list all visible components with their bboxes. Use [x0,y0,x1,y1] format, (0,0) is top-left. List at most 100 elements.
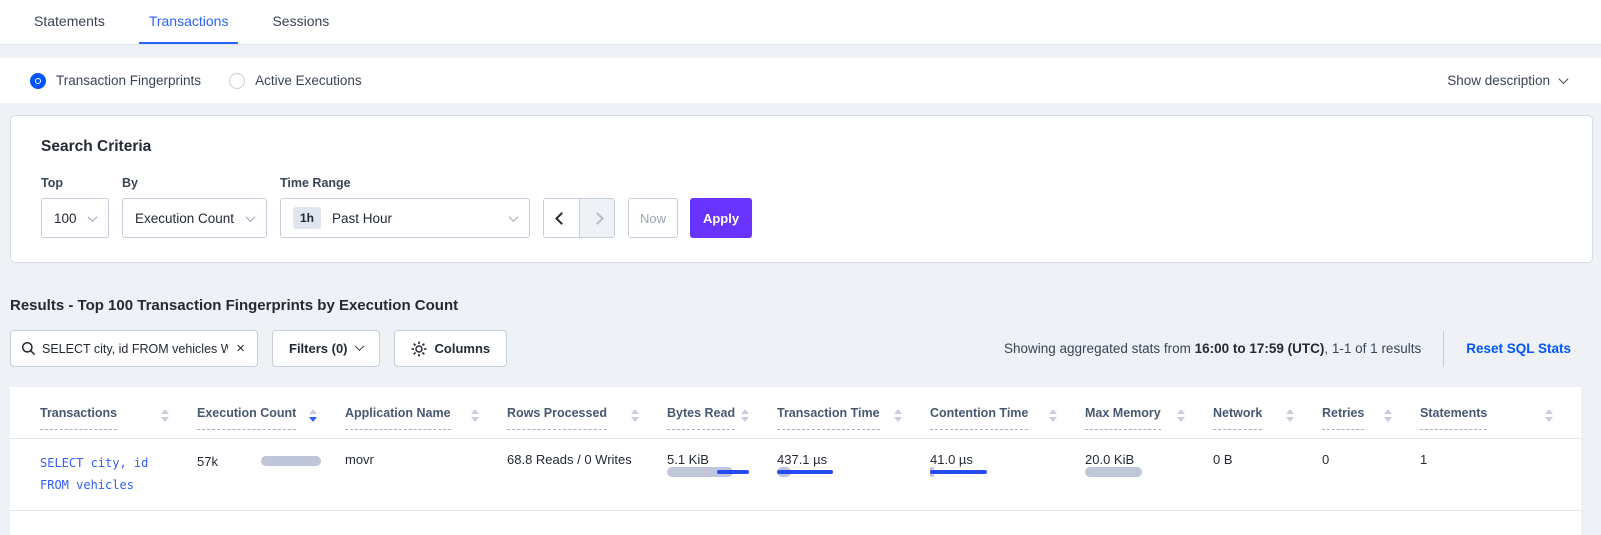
results-section: Results - Top 100 Transaction Fingerprin… [10,297,1591,314]
column-header-network[interactable]: Network [1213,406,1322,430]
radio-checked-icon [30,73,46,89]
by-select[interactable]: Execution Count [122,198,267,238]
cell-application-name: movr [345,452,507,496]
max-memory-value: 20.0 KiB [1085,452,1189,467]
results-heading: Results - Top 100 Transaction Fingerprin… [10,297,1591,314]
execution-count-bar [261,456,321,466]
cell-statements: 1 [1420,452,1581,496]
radio-transaction-fingerprints[interactable]: Transaction Fingerprints [30,73,201,89]
top-select-value: 100 [54,211,77,226]
column-header-bytes-read[interactable]: Bytes Read [667,406,777,430]
chevron-down-icon [246,212,256,222]
show-description-label: Show description [1447,73,1550,88]
time-next-button[interactable] [579,199,614,237]
sort-icon[interactable] [471,409,479,422]
radio-unchecked-icon [229,73,245,89]
search-icon [21,341,36,356]
reset-sql-stats-link[interactable]: Reset SQL Stats [1466,341,1571,356]
column-header-retries[interactable]: Retries [1322,406,1420,430]
contention-time-value: 41.0 µs [930,452,1061,467]
radio-label: Active Executions [255,73,362,88]
search-input[interactable] [42,342,228,356]
by-label: By [122,176,267,190]
tab-sessions[interactable]: Sessions [262,13,339,44]
sort-icon[interactable] [1049,409,1057,422]
column-header-rows-processed[interactable]: Rows Processed [507,406,667,430]
time-prev-button[interactable] [544,199,579,237]
sort-icon[interactable] [1286,409,1294,422]
sort-icon[interactable] [894,409,902,422]
filters-label: Filters (0) [289,341,348,356]
tab-statements[interactable]: Statements [24,13,115,44]
transaction-fingerprint-link[interactable]: SELECT city, idFROM vehicles [40,452,173,496]
sort-icon[interactable] [1545,409,1553,422]
stats-time-range: 16:00 to 17:59 (UTC) [1195,341,1325,356]
column-header-max-memory[interactable]: Max Memory [1085,406,1213,430]
transactions-table: Transactions Execution Count Application… [10,387,1581,535]
cell-contention-time: 41.0 µs [930,452,1085,496]
radio-active-executions[interactable]: Active Executions [229,73,362,89]
time-range-badge: 1h [293,207,321,229]
table-row: SELECT city, idFROM vehicles 57k movr 68… [10,438,1581,511]
time-range-value: Past Hour [332,211,392,226]
cell-rows-processed: 68.8 Reads / 0 Writes [507,452,667,496]
time-range-field: Time Range 1h Past Hour [280,176,530,238]
radio-label: Transaction Fingerprints [56,73,201,88]
cell-execution-count: 57k [197,452,345,470]
clear-search-icon[interactable]: × [234,340,247,357]
sort-icon[interactable] [631,409,639,422]
chevron-down-icon [1559,74,1569,84]
transactions-page: Statements Transactions Sessions Transac… [0,0,1601,528]
search-criteria-controls: Top 100 By Execution Count Time Range 1h… [41,176,1562,238]
aggregated-stats-text: Showing aggregated stats from 16:00 to 1… [1004,341,1421,356]
cell-retries: 0 [1322,452,1420,496]
cell-bytes-read: 5.1 KiB [667,452,777,496]
column-header-contention-time[interactable]: Contention Time [930,406,1085,430]
table-header-row: Transactions Execution Count Application… [10,387,1581,430]
tab-bar: Statements Transactions Sessions [0,0,1601,45]
sort-icon[interactable] [1384,409,1392,422]
sort-icon[interactable] [161,409,169,422]
column-header-transactions[interactable]: Transactions [40,406,197,430]
columns-button[interactable]: Columns [394,330,508,367]
now-button[interactable]: Now [628,198,678,238]
column-header-execution-count[interactable]: Execution Count [197,406,345,430]
search-criteria-title: Search Criteria [41,138,1562,156]
vertical-divider [1443,331,1444,367]
by-field: By Execution Count [122,176,267,238]
search-criteria-panel: Search Criteria Top 100 By Execution Cou… [10,115,1593,263]
results-controls: × Filters (0) Columns Showing aggregated… [10,330,1591,367]
cell-max-memory: 20.0 KiB [1085,452,1213,496]
view-toggle-bar: Transaction Fingerprints Active Executio… [0,58,1601,103]
time-range-select[interactable]: 1h Past Hour [280,198,530,238]
cell-transaction-time: 437.1 µs [777,452,930,496]
bytes-read-value: 5.1 KiB [667,452,753,467]
execution-count-value: 57k [197,454,218,469]
chevron-right-icon [591,212,604,225]
time-range-pager [543,198,615,238]
tab-transactions[interactable]: Transactions [139,13,239,44]
sort-icon[interactable] [1177,409,1185,422]
chevron-down-icon [354,341,364,351]
gear-icon [411,341,427,357]
sort-desc-icon[interactable] [309,409,317,422]
time-range-label: Time Range [280,176,530,190]
sql-search-box: × [10,330,258,367]
apply-button[interactable]: Apply [690,198,752,238]
cell-transactions: SELECT city, idFROM vehicles [40,452,197,496]
column-header-application-name[interactable]: Application Name [345,406,507,430]
column-header-statements[interactable]: Statements [1420,406,1581,430]
top-label: Top [41,176,109,190]
column-header-transaction-time[interactable]: Transaction Time [777,406,930,430]
transaction-time-value: 437.1 µs [777,452,906,467]
top-select[interactable]: 100 [41,198,109,238]
top-field: Top 100 [41,176,109,238]
filters-button[interactable]: Filters (0) [272,330,380,367]
sort-icon[interactable] [741,409,749,422]
columns-label: Columns [435,341,491,356]
chevron-down-icon [509,212,519,222]
chevron-left-icon [555,212,568,225]
cell-network: 0 B [1213,452,1322,496]
show-description-toggle[interactable]: Show description [1447,73,1567,88]
chevron-down-icon [88,212,98,222]
